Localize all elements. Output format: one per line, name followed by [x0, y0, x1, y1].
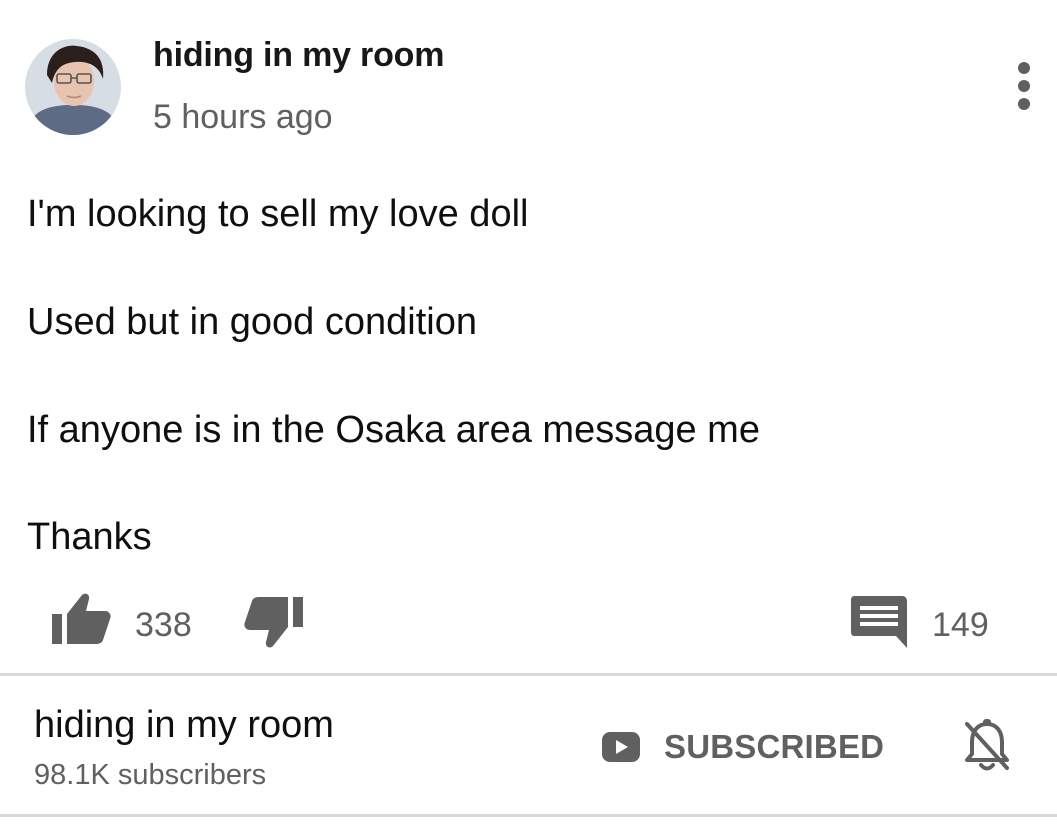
- thumbs-up-icon[interactable]: [52, 592, 112, 646]
- more-options-icon[interactable]: [1013, 62, 1035, 110]
- comment-timestamp: 5 hours ago: [153, 98, 333, 136]
- reply-count: 149: [932, 606, 989, 644]
- divider: [0, 673, 1057, 676]
- comment-line: I'm looking to sell my love doll: [27, 193, 529, 235]
- channel-name[interactable]: hiding in my room: [34, 704, 334, 747]
- like-count: 338: [135, 606, 192, 644]
- subscribed-button[interactable]: SUBSCRIBED: [602, 725, 884, 769]
- comment-icon[interactable]: [851, 596, 907, 648]
- thumbs-down-icon[interactable]: [243, 597, 303, 651]
- dot: [1018, 62, 1030, 74]
- comment-author[interactable]: hiding in my room: [153, 36, 444, 75]
- dot: [1018, 80, 1030, 92]
- notifications-off-icon[interactable]: [963, 718, 1011, 774]
- play-icon: [602, 732, 640, 762]
- divider: [0, 814, 1057, 817]
- avatar[interactable]: [25, 39, 121, 135]
- comment-line: If anyone is in the Osaka area message m…: [27, 409, 760, 451]
- comment-line: Used but in good condition: [27, 301, 477, 343]
- comment-card: hiding in my room 5 hours ago I'm lookin…: [0, 0, 1057, 676]
- comment-line: Thanks: [27, 516, 152, 558]
- dot: [1018, 98, 1030, 110]
- subscribed-label: SUBSCRIBED: [664, 728, 885, 765]
- avatar-image: [25, 39, 121, 135]
- subscriber-count: 98.1K subscribers: [34, 759, 267, 791]
